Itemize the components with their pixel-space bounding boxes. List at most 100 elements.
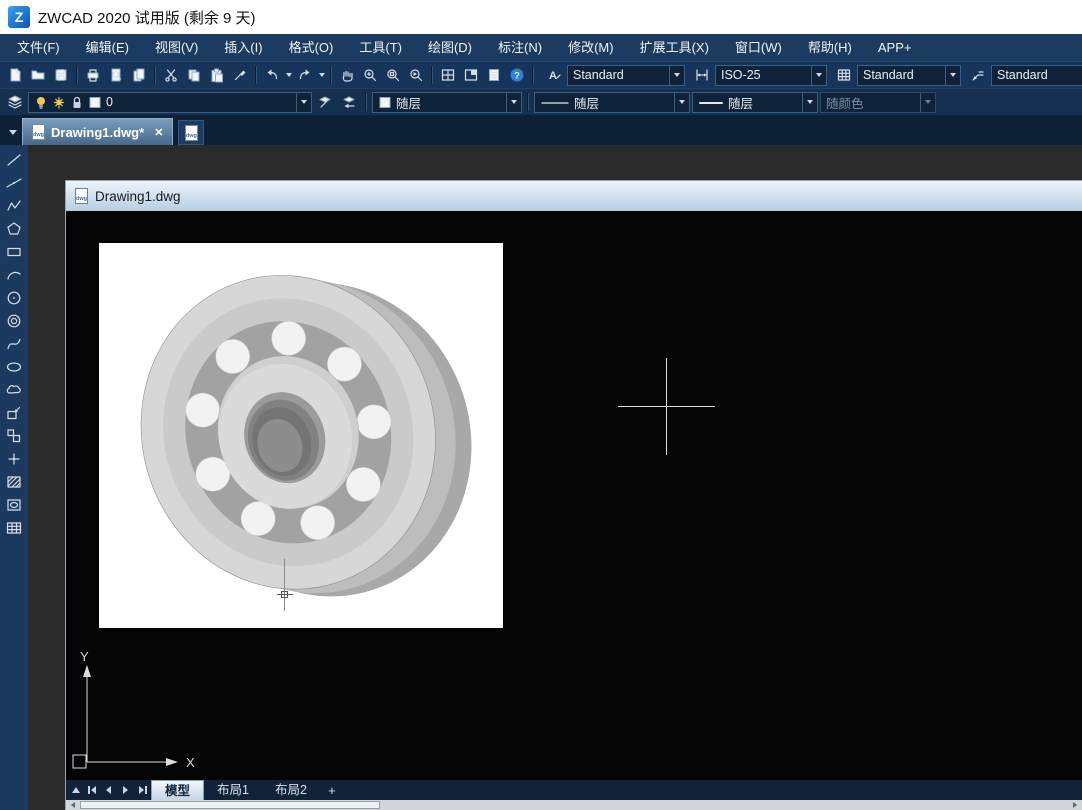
- mleader-style-select[interactable]: Standard: [991, 65, 1082, 86]
- tab-model[interactable]: 模型: [151, 780, 204, 800]
- menu-item-tools[interactable]: 工具(T): [346, 34, 415, 61]
- text-style-select[interactable]: Standard: [567, 65, 685, 86]
- mleader-style-manager-button[interactable]: [967, 64, 989, 86]
- sheet-set-button[interactable]: [483, 64, 505, 86]
- tool-rectangle-button[interactable]: [3, 242, 25, 261]
- tool-polyline-button[interactable]: [3, 196, 25, 215]
- pan-button[interactable]: [336, 64, 358, 86]
- dim-style-manager-button[interactable]: [691, 64, 713, 86]
- menu-item-draw[interactable]: 绘图(D): [415, 34, 485, 61]
- menu-item-view[interactable]: 视图(V): [142, 34, 211, 61]
- properties-toolbar: 0 随层 随层 随层 随颜色: [0, 88, 1082, 115]
- undo-button[interactable]: [261, 64, 283, 86]
- layer-properties-button[interactable]: [4, 91, 26, 113]
- zoom-previous-button[interactable]: [405, 64, 427, 86]
- viewports-button[interactable]: [437, 64, 459, 86]
- table-style-manager-button[interactable]: [833, 64, 855, 86]
- linetype-select[interactable]: 随层: [534, 92, 690, 113]
- lineweight-value: 随层: [728, 93, 798, 112]
- make-object-layer-current-button[interactable]: [314, 91, 336, 113]
- color-select[interactable]: 随层: [372, 92, 522, 113]
- drawing-canvas[interactable]: Y X: [66, 211, 1082, 780]
- redo-button[interactable]: [294, 64, 316, 86]
- redo-dropdown-button[interactable]: [317, 64, 326, 86]
- open-file-button[interactable]: [27, 64, 49, 86]
- horizontal-scrollbar[interactable]: [66, 800, 1082, 810]
- text-style-manager-button[interactable]: A: [543, 64, 565, 86]
- previous-tab-button[interactable]: [100, 781, 117, 799]
- bearing-3d-image[interactable]: [99, 243, 503, 628]
- undo-dropdown-button[interactable]: [284, 64, 293, 86]
- previous-tab-icon: [106, 786, 111, 794]
- tool-line-button[interactable]: [3, 150, 25, 169]
- tool-spline-button[interactable]: [3, 334, 25, 353]
- menu-item-help[interactable]: 帮助(H): [795, 34, 865, 61]
- scrollbar-thumb[interactable]: [80, 801, 380, 809]
- tool-revision-cloud-button[interactable]: [3, 380, 25, 399]
- tool-donut-button[interactable]: [3, 311, 25, 330]
- tool-point-button[interactable]: [3, 449, 25, 468]
- scroll-right-icon[interactable]: [1068, 800, 1082, 810]
- document-tab-label: Drawing1.dwg*: [51, 125, 144, 140]
- tool-ellipse-button[interactable]: [3, 357, 25, 376]
- drawing-child-window: dwg Drawing1.dwg: [65, 180, 1082, 810]
- table-style-select[interactable]: Standard: [857, 65, 961, 86]
- tool-polygon-button[interactable]: [3, 219, 25, 238]
- publish-button[interactable]: [128, 64, 150, 86]
- drawing-window-titlebar[interactable]: dwg Drawing1.dwg: [66, 181, 1082, 211]
- make-block-icon: [5, 427, 23, 445]
- dim-style-select[interactable]: ISO-25: [715, 65, 827, 86]
- zoom-window-button[interactable]: [382, 64, 404, 86]
- print-preview-button[interactable]: [105, 64, 127, 86]
- spline-icon: [5, 335, 23, 353]
- new-drawing-tab-button[interactable]: dwg: [178, 120, 204, 145]
- tab-layout2[interactable]: 布局2: [262, 780, 320, 800]
- last-tab-button[interactable]: [134, 781, 151, 799]
- paste-button[interactable]: [206, 64, 228, 86]
- document-tab-menu-button[interactable]: [4, 119, 22, 145]
- lineweight-select[interactable]: 随层: [692, 92, 818, 113]
- tool-circle-button[interactable]: [3, 288, 25, 307]
- layer-previous-icon: [341, 94, 357, 110]
- zoom-realtime-button[interactable]: [359, 64, 381, 86]
- menu-item-format[interactable]: 格式(O): [276, 34, 347, 61]
- tool-table-button[interactable]: [3, 518, 25, 537]
- layer-previous-button[interactable]: [338, 91, 360, 113]
- named-views-button[interactable]: [460, 64, 482, 86]
- menu-item-dimension[interactable]: 标注(N): [485, 34, 555, 61]
- add-layout-button[interactable]: +: [320, 780, 344, 800]
- tool-construction-line-button[interactable]: [3, 173, 25, 192]
- first-tab-button[interactable]: [83, 781, 100, 799]
- plot-button[interactable]: [82, 64, 104, 86]
- close-tab-icon[interactable]: ✕: [154, 126, 163, 139]
- copy-button[interactable]: [183, 64, 205, 86]
- new-file-button[interactable]: [4, 64, 26, 86]
- copy-icon: [186, 67, 202, 83]
- scroll-left-icon[interactable]: [66, 800, 80, 810]
- save-button[interactable]: [50, 64, 72, 86]
- svg-text:?: ?: [514, 71, 520, 82]
- tool-insert-block-button[interactable]: [3, 403, 25, 422]
- menu-item-app-plus[interactable]: APP+: [865, 34, 925, 61]
- tool-region-button[interactable]: [3, 495, 25, 514]
- tab-layout1[interactable]: 布局1: [204, 780, 262, 800]
- menu-item-edit[interactable]: 编辑(E): [73, 34, 142, 61]
- polygon-icon: [5, 220, 23, 238]
- tool-arc-button[interactable]: [3, 265, 25, 284]
- menu-item-modify[interactable]: 修改(M): [555, 34, 627, 61]
- match-properties-button[interactable]: [229, 64, 251, 86]
- menu-item-express-tools[interactable]: 扩展工具(X): [627, 34, 722, 61]
- menu-item-file[interactable]: 文件(F): [4, 34, 73, 61]
- tab-list-button[interactable]: [69, 781, 83, 799]
- tool-make-block-button[interactable]: [3, 426, 25, 445]
- next-tab-button[interactable]: [117, 781, 134, 799]
- tool-hatch-button[interactable]: [3, 472, 25, 491]
- menu-item-insert[interactable]: 插入(I): [211, 34, 275, 61]
- first-tab-icon: [91, 786, 96, 794]
- circle-icon: [5, 289, 23, 307]
- cut-button[interactable]: [160, 64, 182, 86]
- menu-item-window[interactable]: 窗口(W): [722, 34, 795, 61]
- help-button[interactable]: ?: [506, 64, 528, 86]
- layer-select[interactable]: 0: [28, 92, 312, 113]
- document-tab-drawing1[interactable]: dwg Drawing1.dwg* ✕: [22, 118, 173, 145]
